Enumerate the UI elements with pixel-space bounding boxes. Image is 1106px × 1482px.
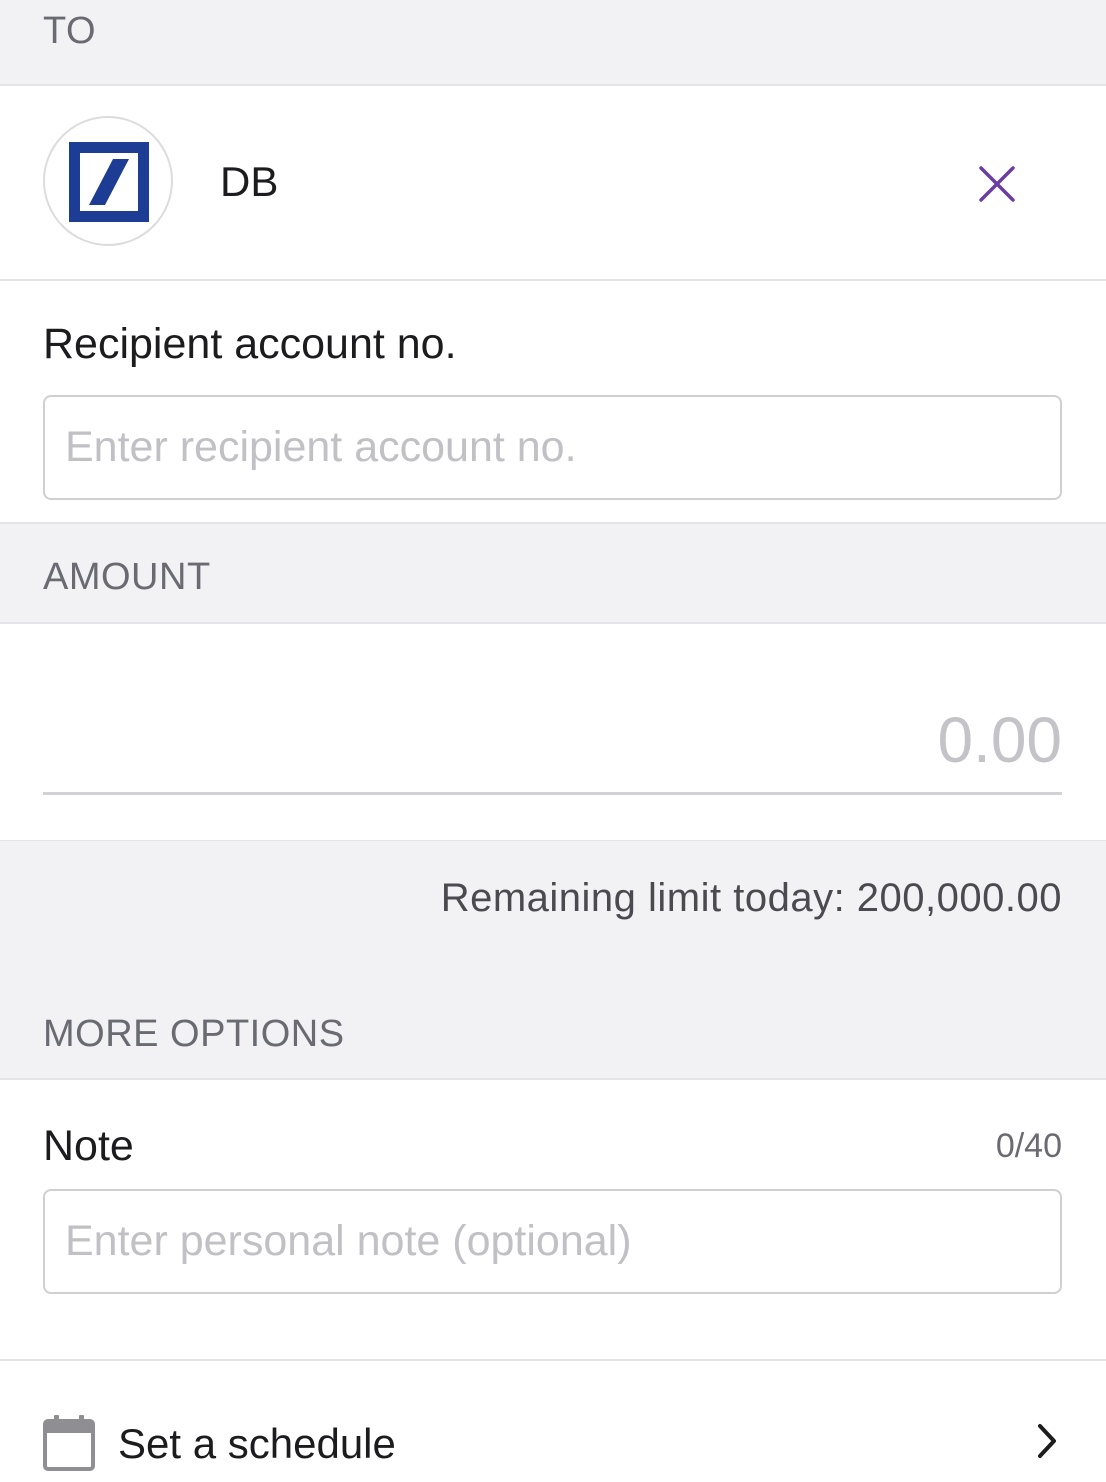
divider — [0, 84, 1106, 86]
divider — [0, 279, 1106, 281]
remaining-limit-text: Remaining limit today: 200,000.00 — [440, 876, 1062, 920]
divider — [0, 622, 1106, 624]
divider — [0, 1078, 1106, 1080]
amount-section-header: AMOUNT — [0, 523, 1106, 623]
close-icon — [979, 166, 1015, 202]
amount-header-label: AMOUNT — [43, 556, 211, 598]
divider — [0, 522, 1106, 524]
more-options-header-label: MORE OPTIONS — [43, 1013, 345, 1055]
note-label: Note — [43, 1122, 134, 1170]
bank-logo-avatar — [43, 116, 173, 246]
account-number-input[interactable] — [43, 395, 1062, 500]
amount-input[interactable] — [43, 690, 1062, 790]
to-header-label: TO — [43, 10, 97, 52]
calendar-icon — [43, 1415, 95, 1471]
note-input[interactable] — [43, 1189, 1062, 1294]
chevron-right-icon — [1038, 1424, 1056, 1458]
set-schedule-label: Set a schedule — [118, 1420, 396, 1467]
to-section-header: TO — [0, 0, 1106, 85]
note-char-counter: 0/40 — [995, 1127, 1062, 1165]
account-number-label: Recipient account no. — [43, 320, 457, 368]
clear-recipient-button[interactable] — [970, 157, 1024, 211]
deutsche-bank-logo-icon — [69, 142, 149, 222]
set-schedule-row[interactable]: Set a schedule — [0, 1360, 1106, 1482]
amount-underline — [43, 792, 1062, 795]
recipient-bank-name: DB — [220, 158, 279, 205]
transfer-form: TO DB Recipient account no. AMOUNT Remai… — [0, 0, 1106, 1482]
limit-and-options-block: Remaining limit today: 200,000.00 MORE O… — [0, 841, 1106, 1079]
